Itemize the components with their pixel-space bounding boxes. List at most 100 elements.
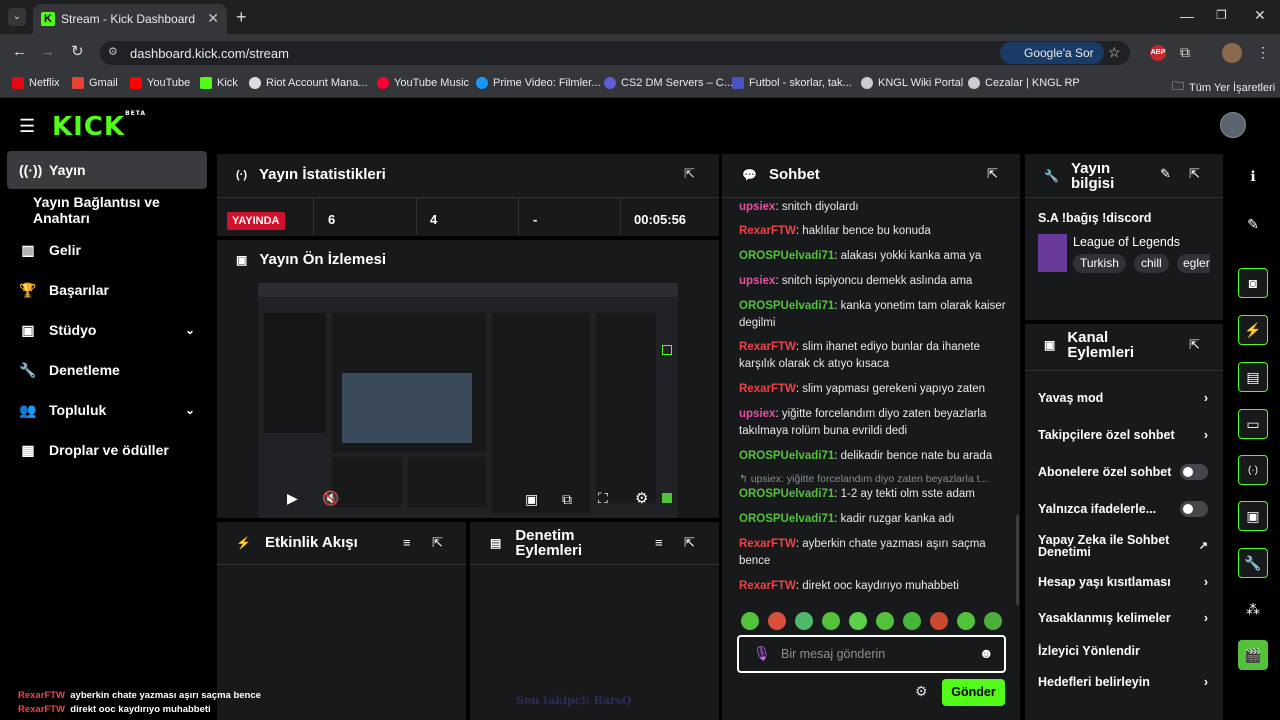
bookmark-cezalar[interactable]: Cezalar | KNGL RP (968, 77, 1080, 89)
popout-icon[interactable]: ⇱ (1189, 166, 1200, 182)
emote-icon[interactable] (930, 612, 948, 630)
emote-only-action[interactable]: Yalnızca ifadelerle... (1038, 500, 1208, 518)
nav-denetleme[interactable]: 🔧 Denetleme (7, 351, 207, 389)
popout-icon[interactable]: ⇱ (684, 535, 695, 551)
nav-yayin[interactable]: ((·)) Yayın (7, 151, 207, 189)
bookmark-kngl-wiki[interactable]: KNGL Wiki Portal (861, 77, 963, 89)
camera-icon[interactable]: ◙ (1238, 268, 1268, 298)
tag-pill[interactable]: egler (1177, 254, 1210, 273)
emote-icon[interactable] (768, 612, 786, 630)
bookmark-star-icon[interactable]: ☆ (1108, 44, 1121, 61)
edit-pencil-icon[interactable]: ✎ (1238, 209, 1268, 239)
url-text[interactable]: dashboard.kick.com/stream (130, 46, 289, 61)
adblock-icon[interactable]: ABP (1150, 45, 1166, 61)
profile-avatar[interactable] (1222, 43, 1242, 63)
play-icon[interactable]: ▶ (287, 490, 298, 507)
nodes-icon[interactable]: ⁂ (1238, 594, 1268, 624)
category-name[interactable]: League of Legends (1073, 235, 1180, 249)
bookmark-futbol[interactable]: Futbol - skorlar, tak... (732, 77, 852, 89)
chat-input[interactable]: 🎙 Bir mesaj gönderin ☻ (737, 635, 1006, 673)
all-bookmarks[interactable]: 🗀 Tüm Yer İşaretleri (1172, 77, 1275, 98)
popout-icon[interactable]: ⇱ (432, 535, 443, 551)
tag-pill[interactable]: Turkish (1073, 254, 1126, 273)
restore-icon[interactable]: ❐ (1216, 8, 1227, 22)
bookmark-youtube[interactable]: YouTube (130, 77, 190, 89)
bookmark-netflix[interactable]: Netflix (12, 77, 60, 89)
browser-tab[interactable]: K Stream - Kick Dashboard ✕ (33, 4, 227, 34)
new-tab-icon[interactable]: + (236, 7, 247, 28)
category-thumbnail[interactable] (1038, 234, 1067, 272)
bookmark-cs2[interactable]: CS2 DM Servers – C... (604, 77, 733, 89)
chat-scrollbar[interactable] (1016, 515, 1019, 605)
filter-icon[interactable]: ≡ (655, 535, 663, 550)
nav-studyo[interactable]: ▣ Stüdyo ⌄ (7, 311, 207, 349)
omnibox[interactable]: ⚙ dashboard.kick.com/stream Google'a Sor… (100, 41, 1130, 65)
nav-gelir[interactable]: ▥ Gelir (7, 231, 207, 269)
bookmark-kick[interactable]: Kick (200, 77, 238, 89)
close-window-icon[interactable]: ✕ (1254, 7, 1266, 24)
extensions-icon[interactable]: ⧉ (1180, 44, 1190, 61)
site-info-icon[interactable]: ⚙ (108, 45, 118, 58)
followers-only-action[interactable]: Takipçilere özel sohbet › (1038, 426, 1208, 444)
account-age-action[interactable]: Hesap yaşı kısıtlaması › (1038, 573, 1208, 591)
nav-stream-key[interactable]: Yayın Bağlantısı ve Anahtarı (7, 191, 217, 229)
bookmark-prime-video[interactable]: Prime Video: Filmler... (476, 77, 600, 89)
actions-icon[interactable]: ▣ (1238, 501, 1268, 531)
edit-pencil-icon[interactable]: ✎ (1160, 166, 1171, 182)
reload-icon[interactable]: ↻ (71, 42, 84, 60)
emoji-icon[interactable]: ☻ (979, 645, 994, 661)
tab-search-icon[interactable]: ⌄ (8, 8, 26, 26)
nav-topluluk[interactable]: 👥 Topluluk ⌄ (7, 391, 207, 429)
google-lens-button[interactable]: Google'a Sor (1000, 42, 1104, 64)
wrench-icon[interactable]: 🔧 (1238, 548, 1268, 578)
emote-icon[interactable] (876, 612, 894, 630)
stream-preview-video[interactable] (258, 283, 678, 518)
settings-gear-icon[interactable]: ⚙ (635, 489, 648, 507)
emote-icon[interactable] (957, 612, 975, 630)
emote-only-toggle[interactable] (1180, 501, 1208, 517)
popout-icon[interactable]: ⇱ (684, 166, 695, 182)
close-tab-icon[interactable]: ✕ (207, 10, 219, 27)
send-button[interactable]: Gönder (942, 679, 1005, 706)
forward-icon[interactable]: → (40, 43, 55, 60)
back-icon[interactable]: ← (12, 43, 27, 60)
hamburger-menu-icon[interactable]: ☰ (19, 116, 35, 137)
chat-bubble-icon[interactable]: ▭ (1238, 409, 1268, 439)
info-icon[interactable]: ℹ (1238, 161, 1268, 191)
popout-icon[interactable]: ⇱ (1189, 337, 1200, 353)
emote-icon[interactable] (822, 612, 840, 630)
theater-icon[interactable]: ▣ (525, 491, 538, 508)
tag-pill[interactable]: chill (1134, 254, 1169, 273)
subscribers-only-toggle[interactable] (1180, 464, 1208, 480)
bookmark-gmail[interactable]: Gmail (72, 77, 118, 89)
nav-droplar[interactable]: ▦ Droplar ve ödüller (7, 431, 207, 469)
clapperboard-icon[interactable]: 🎬 (1238, 640, 1268, 670)
ai-moderation-action[interactable]: Yapay Zeka ile Sohbet Denetimi ↗ (1038, 533, 1208, 559)
banned-words-action[interactable]: Yasaklanmış kelimeler › (1038, 609, 1208, 627)
lightning-icon[interactable]: ⚡ (1238, 315, 1268, 345)
user-avatar[interactable] (1220, 112, 1246, 138)
raid-action[interactable]: İzleyici Yönlendir (1038, 642, 1208, 660)
bookmark-youtube-music[interactable]: YouTube Music (377, 77, 469, 89)
subscribers-only-action[interactable]: Abonelere özel sohbet (1038, 463, 1208, 481)
emote-icon[interactable] (849, 612, 867, 630)
chat-settings-icon[interactable]: ⚙ (915, 683, 928, 700)
popout-icon[interactable]: ⇱ (987, 166, 998, 182)
mute-icon[interactable]: 🔇 (322, 490, 339, 507)
emote-icon[interactable] (795, 612, 813, 630)
slow-mode-action[interactable]: Yavaş mod › (1038, 389, 1208, 407)
filter-icon[interactable]: ≡ (403, 535, 411, 550)
bookmark-riot[interactable]: Riot Account Mana... (249, 77, 368, 89)
document-icon[interactable]: ▤ (1238, 362, 1268, 392)
emote-icon[interactable] (903, 612, 921, 630)
kick-logo[interactable]: KICKBETA (52, 110, 146, 142)
emote-icon[interactable] (741, 612, 759, 630)
microphone-icon[interactable]: 🎙 (753, 645, 771, 662)
nav-basarilar[interactable]: 🏆 Başarılar (7, 271, 207, 309)
broadcast-icon[interactable]: (·) (1238, 455, 1268, 485)
emote-icon[interactable] (984, 612, 1002, 630)
pip-icon[interactable]: ⧉ (562, 491, 572, 508)
goals-action[interactable]: Hedefleri belirleyin › (1038, 673, 1208, 691)
menu-dots-icon[interactable]: ⋮ (1256, 44, 1270, 61)
minimize-icon[interactable]: — (1180, 8, 1194, 24)
